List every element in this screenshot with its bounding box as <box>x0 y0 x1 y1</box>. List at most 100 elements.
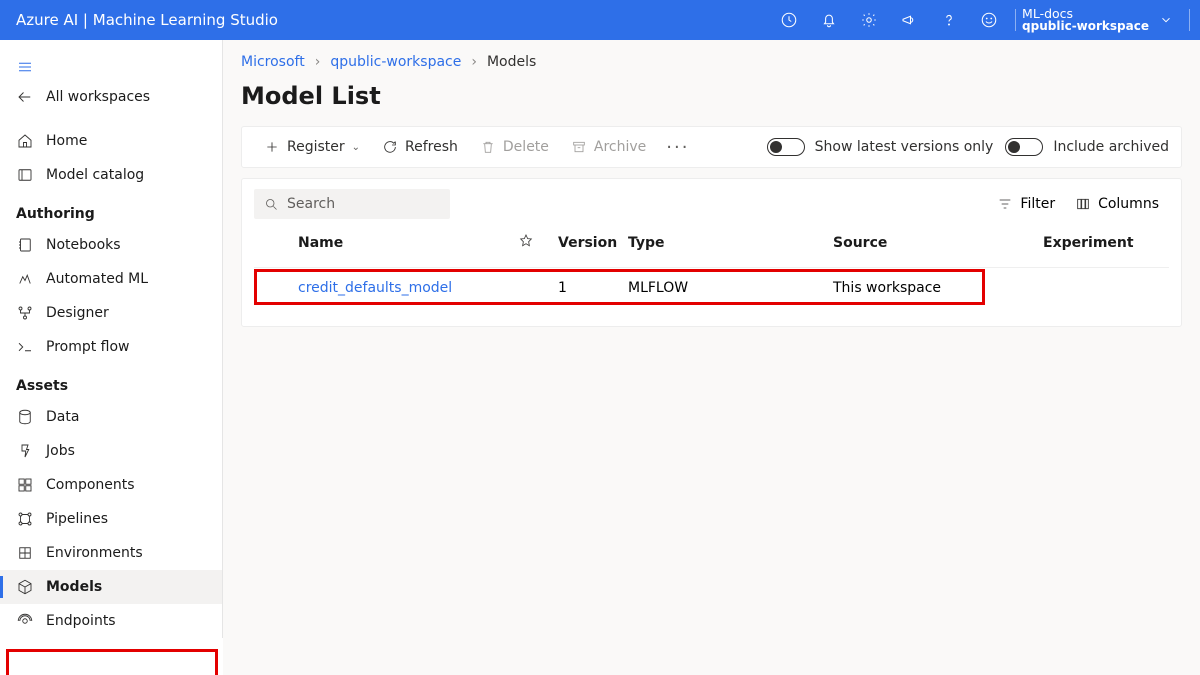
data-icon <box>16 408 34 426</box>
columns-button[interactable]: Columns <box>1065 190 1169 218</box>
main-content: Microsoft › qpublic-workspace › Models M… <box>223 40 1200 675</box>
sidebar-item-jobs[interactable]: Jobs <box>0 434 222 468</box>
toolbar-label: Delete <box>503 139 549 155</box>
toolbar-label: Register <box>287 139 345 155</box>
filter-icon <box>997 196 1013 212</box>
col-source[interactable]: Source <box>833 235 1043 251</box>
columns-icon <box>1075 196 1091 212</box>
gear-icon[interactable] <box>849 0 889 40</box>
toggle-show-latest[interactable]: Show latest versions only <box>767 138 994 156</box>
sidebar-item-models[interactable]: Models <box>0 570 222 604</box>
pipelines-icon <box>16 510 34 528</box>
chevron-right-icon: › <box>315 54 321 70</box>
sidebar-item-designer[interactable]: Designer <box>0 296 222 330</box>
col-name[interactable]: Name <box>298 235 518 251</box>
account-user: ML-docs <box>1022 7 1149 21</box>
sidebar-wrap: All workspaces Home Model catalog Author… <box>0 40 223 675</box>
chevron-down-icon <box>1159 13 1173 27</box>
header-separator-2 <box>1189 9 1190 31</box>
app-title: Azure AI | Machine Learning Studio <box>16 11 769 29</box>
help-icon[interactable] <box>929 0 969 40</box>
sidebar-section-assets: Assets <box>0 364 222 400</box>
sidebar-item-label: Jobs <box>46 443 75 459</box>
endpoints-icon <box>16 612 34 630</box>
table-row[interactable]: credit_defaults_model 1 MLFLOW This work… <box>254 268 1169 308</box>
archive-icon <box>571 139 587 155</box>
jobs-icon <box>16 442 34 460</box>
register-button[interactable]: Register ⌄ <box>254 133 370 161</box>
header-icons: ML-docs qpublic-workspace <box>769 0 1196 40</box>
breadcrumb: Microsoft › qpublic-workspace › Models <box>241 50 1182 82</box>
megaphone-icon[interactable] <box>889 0 929 40</box>
col-experiment[interactable]: Experiment <box>1043 235 1193 251</box>
bell-icon[interactable] <box>809 0 849 40</box>
sidebar-item-label: Automated ML <box>46 271 148 287</box>
chevron-right-icon: › <box>471 54 477 70</box>
toggle-include-archived[interactable]: Include archived <box>1005 138 1169 156</box>
account-switcher[interactable]: ML-docs qpublic-workspace <box>1022 7 1183 34</box>
filter-label: Filter <box>1020 196 1055 212</box>
cell-type: MLFLOW <box>628 280 833 296</box>
plus-icon <box>264 139 280 155</box>
environments-icon <box>16 544 34 562</box>
toggle-switch[interactable] <box>1005 138 1043 156</box>
col-version[interactable]: Version <box>558 235 628 251</box>
sidebar-section-label: Assets <box>16 378 68 394</box>
columns-label: Columns <box>1098 196 1159 212</box>
models-icon <box>16 578 34 596</box>
sidebar-item-prompt-flow[interactable]: Prompt flow <box>0 330 222 364</box>
page-title: Model List <box>241 82 1182 110</box>
table-header: Name Version Type Source Experiment <box>254 219 1169 268</box>
breadcrumb-workspace[interactable]: qpublic-workspace <box>330 54 461 70</box>
toggle-label: Show latest versions only <box>815 139 994 155</box>
sidebar-item-label: Data <box>46 409 79 425</box>
model-name-link[interactable]: credit_defaults_model <box>298 280 518 296</box>
toggle-switch[interactable] <box>767 138 805 156</box>
refresh-icon <box>382 139 398 155</box>
hamburger-icon <box>16 58 34 76</box>
smile-icon[interactable] <box>969 0 1009 40</box>
sidebar-item-all-workspaces[interactable]: All workspaces <box>0 80 222 114</box>
sidebar-item-notebooks[interactable]: Notebooks <box>0 228 222 262</box>
sidebar-item-automated-ml[interactable]: Automated ML <box>0 262 222 296</box>
top-header: Azure AI | Machine Learning Studio ML-do… <box>0 0 1200 40</box>
col-type[interactable]: Type <box>628 235 833 251</box>
col-favorite[interactable] <box>518 233 558 253</box>
filter-button[interactable]: Filter <box>987 190 1065 218</box>
sidebar-item-data[interactable]: Data <box>0 400 222 434</box>
prompt-flow-icon <box>16 338 34 356</box>
archive-button: Archive <box>561 133 656 161</box>
toolbar: Register ⌄ Refresh Delete Archive ··· Sh… <box>241 126 1182 168</box>
account-names: ML-docs qpublic-workspace <box>1022 7 1149 34</box>
sidebar-item-label: Model catalog <box>46 167 144 183</box>
trash-icon <box>480 139 496 155</box>
search-input[interactable]: Search <box>254 189 450 219</box>
sidebar-item-home[interactable]: Home <box>0 124 222 158</box>
sidebar-item-components[interactable]: Components <box>0 468 222 502</box>
header-separator <box>1015 9 1016 31</box>
cell-version: 1 <box>558 280 628 296</box>
breadcrumb-current: Models <box>487 54 536 70</box>
content-card: Search Filter Columns Name Version Type <box>241 178 1182 327</box>
card-toolbar: Search Filter Columns <box>254 189 1169 219</box>
sidebar-item-endpoints[interactable]: Endpoints <box>0 604 222 638</box>
notebook-icon <box>16 236 34 254</box>
more-button[interactable]: ··· <box>658 131 697 164</box>
sidebar: All workspaces Home Model catalog Author… <box>0 40 223 638</box>
sidebar-item-label: Environments <box>46 545 143 561</box>
sidebar-section-authoring: Authoring <box>0 192 222 228</box>
sidebar-item-model-catalog[interactable]: Model catalog <box>0 158 222 192</box>
refresh-button[interactable]: Refresh <box>372 133 468 161</box>
sidebar-item-environments[interactable]: Environments <box>0 536 222 570</box>
sidebar-item-label: Components <box>46 477 135 493</box>
sidebar-item-label: Pipelines <box>46 511 108 527</box>
clock-icon[interactable] <box>769 0 809 40</box>
sidebar-item-pipelines[interactable]: Pipelines <box>0 502 222 536</box>
chevron-down-icon: ⌄ <box>352 142 360 153</box>
sidebar-item-label: Endpoints <box>46 613 116 629</box>
breadcrumb-root[interactable]: Microsoft <box>241 54 305 70</box>
toggle-label: Include archived <box>1053 139 1169 155</box>
automated-ml-icon <box>16 270 34 288</box>
delete-button: Delete <box>470 133 559 161</box>
hamburger-button[interactable] <box>0 50 222 80</box>
